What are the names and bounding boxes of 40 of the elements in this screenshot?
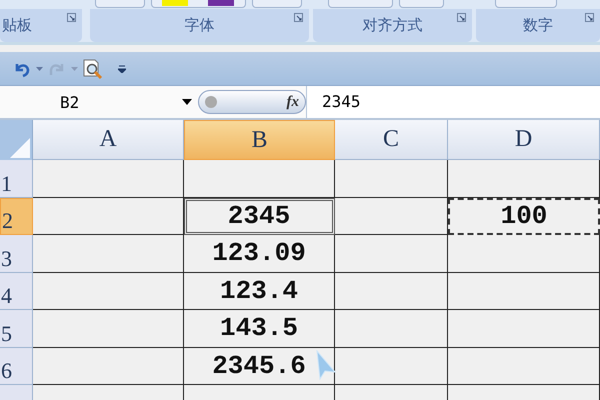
dialog-launcher-icon[interactable]	[66, 13, 76, 22]
column-header[interactable]: B	[184, 120, 335, 160]
table-cell: 100	[448, 198, 600, 235]
number-format-button[interactable]	[495, 0, 557, 8]
customize-icon[interactable]	[118, 64, 126, 72]
formula-input-field[interactable]: 2345	[306, 86, 600, 118]
row-header[interactable]: 1	[0, 160, 33, 198]
row-header[interactable]: 5	[0, 310, 33, 348]
align-button[interactable]	[399, 0, 444, 8]
column-header[interactable]: D	[448, 120, 600, 160]
align-button[interactable]	[328, 0, 393, 8]
caret-icon[interactable]	[71, 66, 78, 70]
table-cell: 123.4	[184, 272, 335, 310]
column-header[interactable]: A	[33, 120, 184, 160]
select-all-button[interactable]	[0, 120, 33, 160]
dialog-launcher-icon[interactable]	[457, 13, 466, 22]
row-header[interactable]: 4	[0, 272, 33, 310]
dropdown-caret-icon[interactable]	[182, 99, 192, 105]
table-cell: 2345	[184, 198, 335, 235]
group-label: 贴板	[2, 16, 32, 35]
name-box[interactable]: B2	[0, 92, 198, 112]
column-header[interactable]: C	[335, 120, 448, 160]
group-label: 对齐方式	[362, 16, 423, 35]
dialog-launcher-icon[interactable]	[294, 13, 303, 22]
formula-bar-splitter[interactable]: fx	[198, 90, 306, 114]
group-label: 字体	[184, 16, 214, 35]
table-cell: 143.5	[184, 310, 335, 348]
triangle-icon	[8, 136, 32, 160]
table-cell: 123.09	[184, 235, 335, 272]
mouse-cursor-icon	[316, 350, 336, 380]
row-header[interactable]: 3	[0, 235, 33, 272]
row-header[interactable]: 6	[0, 348, 33, 385]
font-button[interactable]	[252, 0, 302, 8]
group-label: 数字	[523, 16, 554, 35]
dialog-launcher-icon[interactable]	[585, 13, 594, 22]
insert-function-label[interactable]: fx	[286, 94, 299, 110]
highlight-color-button[interactable]	[151, 0, 246, 8]
caret-icon[interactable]	[36, 66, 43, 70]
print-preview-icon[interactable]	[82, 58, 104, 80]
row-header[interactable]: 2	[0, 198, 33, 235]
